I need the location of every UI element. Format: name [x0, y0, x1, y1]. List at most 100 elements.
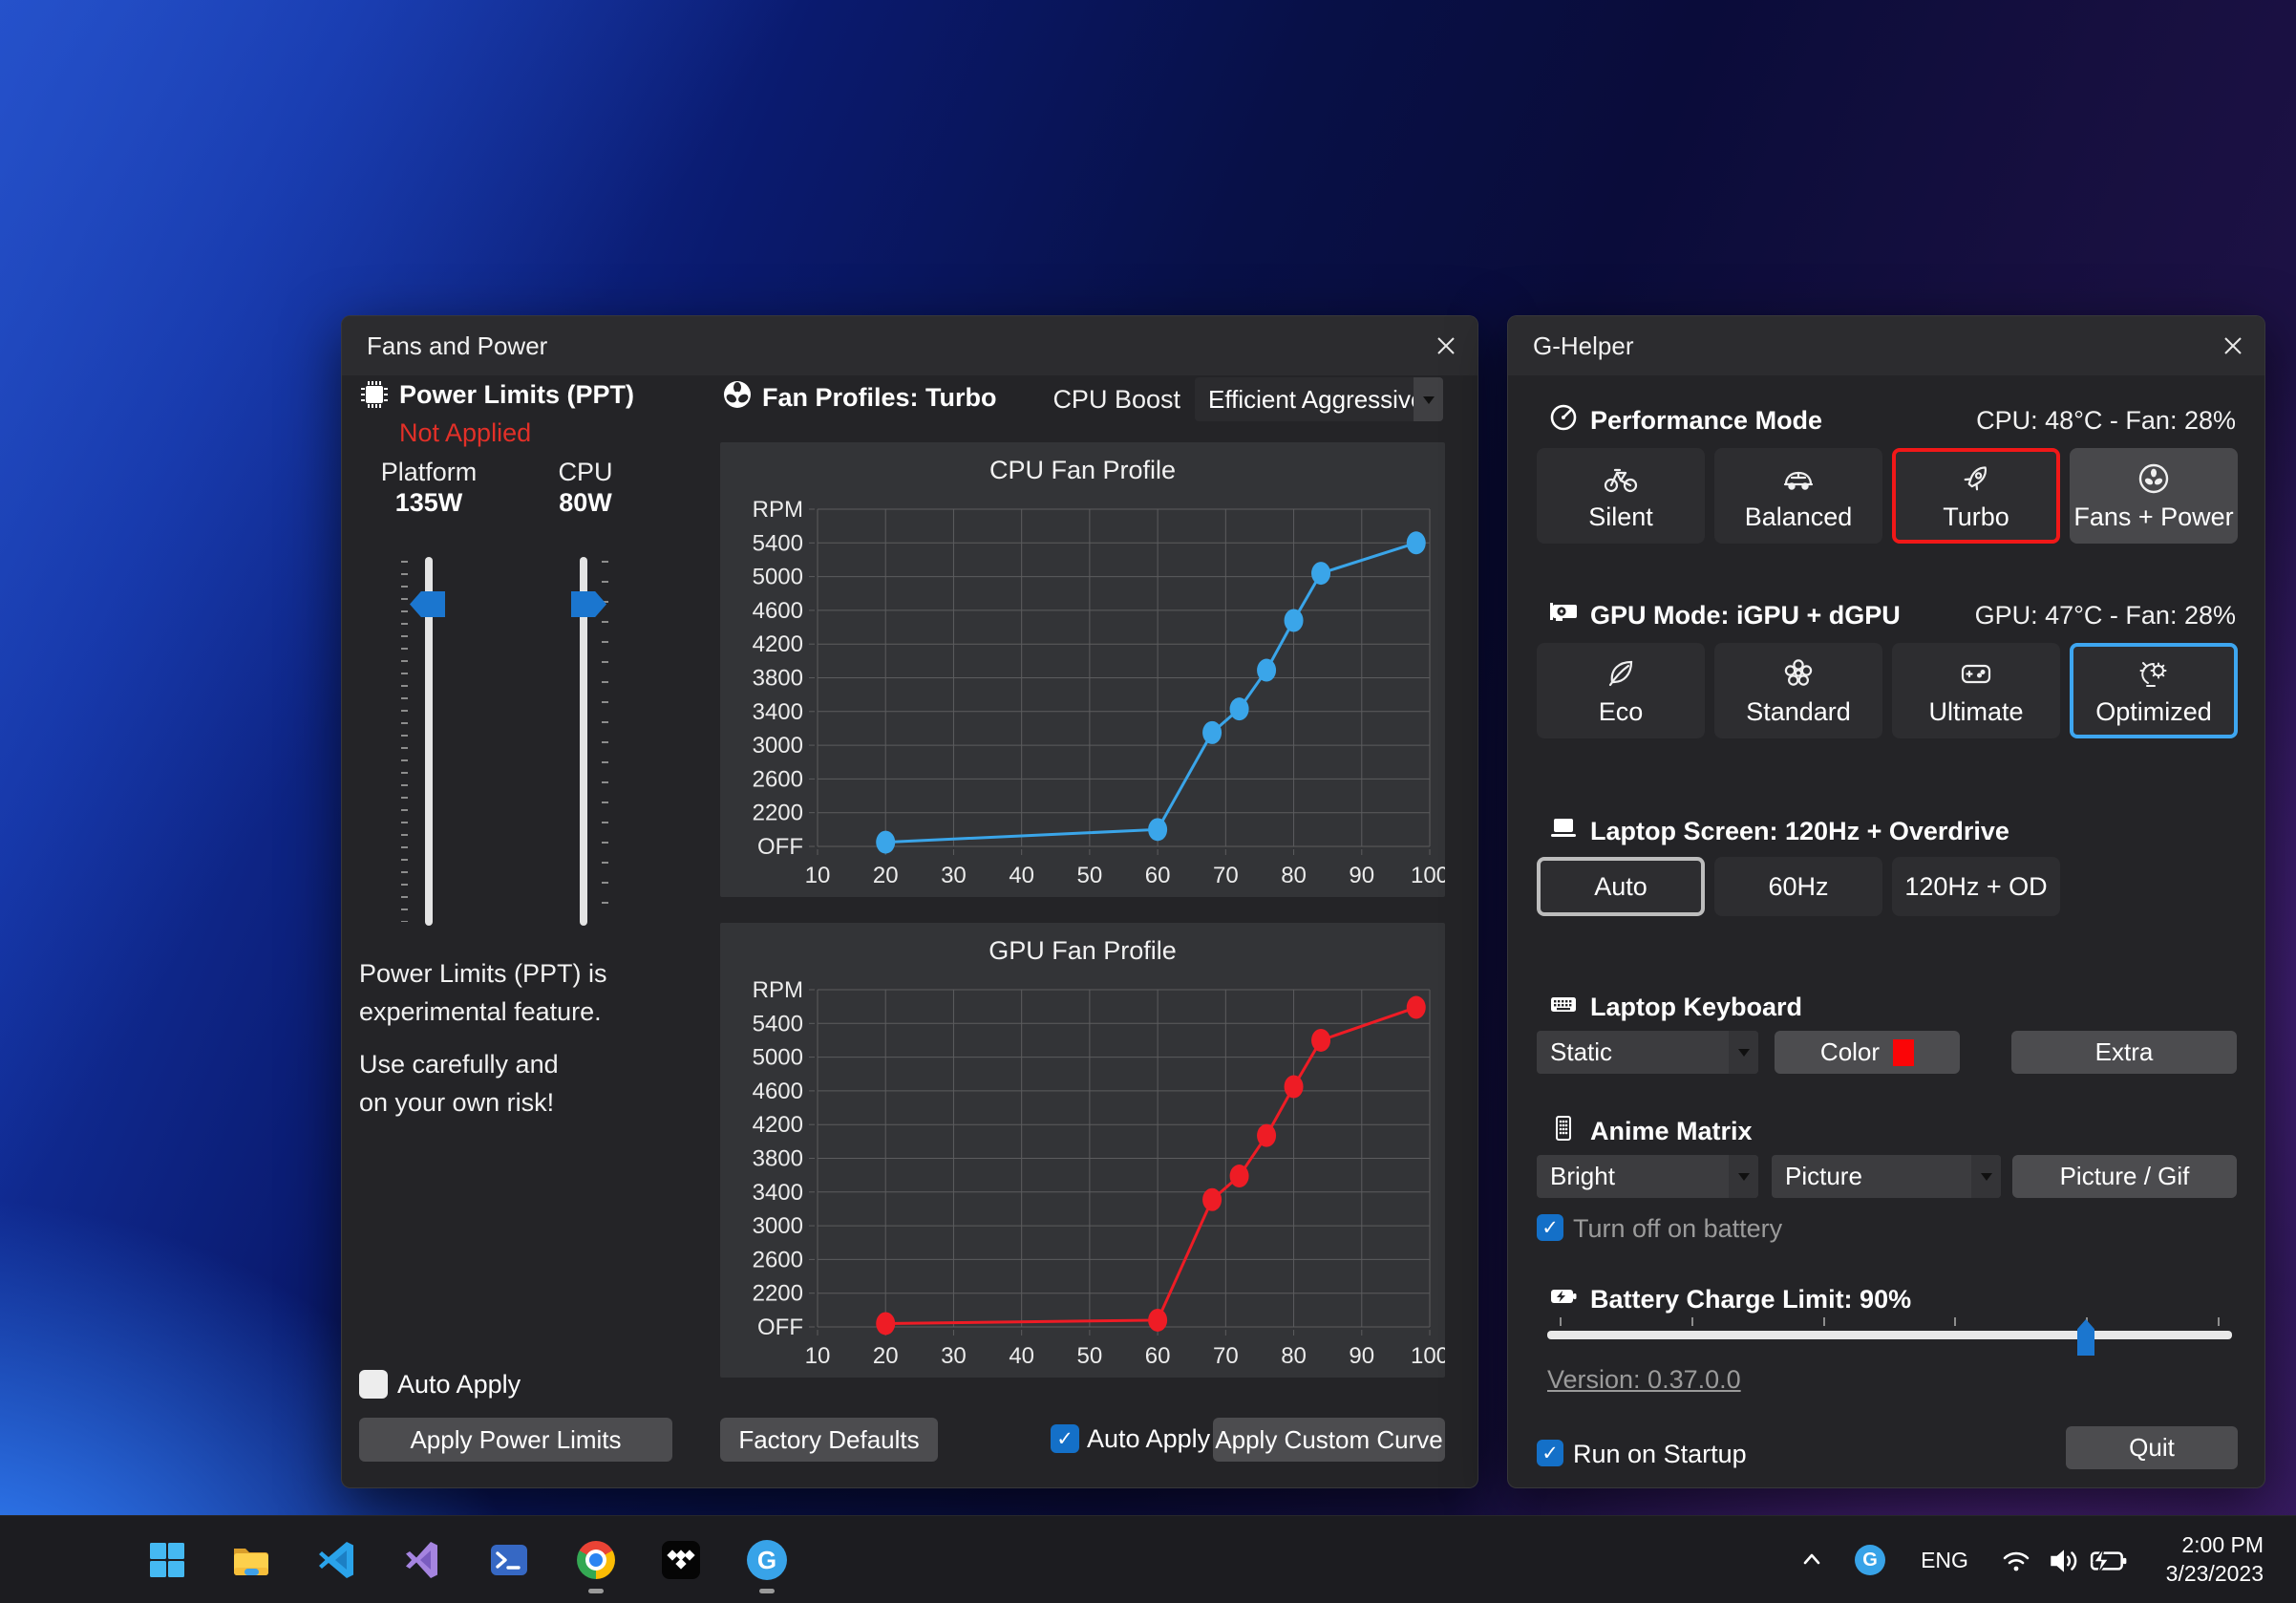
battery-charging-icon [2089, 1544, 2129, 1578]
screen-button-60hz[interactable]: 60Hz [1714, 857, 1882, 916]
keyboard-mode-dropdown[interactable]: Static [1537, 1031, 1758, 1074]
svg-text:GPU Fan Profile: GPU Fan Profile [989, 936, 1177, 965]
taskbar: G G ENG [0, 1515, 2296, 1603]
platform-label: Platform [357, 458, 500, 487]
gpu-mode-heading: GPU Mode: iGPU + dGPU [1590, 601, 1901, 631]
svg-text:20: 20 [873, 1343, 899, 1369]
wifi-icon [2000, 1545, 2032, 1577]
power-auto-apply-checkbox[interactable] [359, 1370, 388, 1399]
screen-button-auto[interactable]: Auto [1537, 857, 1705, 916]
version-link[interactable]: Version: 0.37.0.0 [1547, 1365, 1741, 1395]
gamepad-icon [1958, 655, 1994, 692]
svg-text:5400: 5400 [753, 1011, 803, 1037]
apply-power-limits-button[interactable]: Apply Power Limits [359, 1418, 672, 1462]
mode-tile-balanced[interactable]: Balanced [1714, 448, 1882, 544]
windows-logo-icon [146, 1539, 188, 1581]
mode-tile-turbo[interactable]: Turbo [1892, 448, 2060, 544]
tray-expand-button[interactable] [1796, 1543, 1828, 1575]
wifi-tray-button[interactable] [1998, 1543, 2034, 1579]
cpu-fan-chart-panel[interactable]: CPU Fan ProfileRPM5400500046004200380034… [720, 442, 1445, 897]
slider-tick [1691, 1317, 1693, 1326]
gpu-fan-chart-panel[interactable]: GPU Fan ProfileRPM5400500046004200380034… [720, 923, 1445, 1378]
svg-text:2600: 2600 [753, 766, 803, 792]
fans-window-titlebar[interactable]: Fans and Power [342, 316, 1478, 375]
chrome-button[interactable] [575, 1539, 617, 1581]
battery-slider-track[interactable] [1547, 1331, 2232, 1339]
tidal-button[interactable] [660, 1539, 702, 1581]
svg-text:2200: 2200 [753, 801, 803, 826]
chrome-icon [577, 1541, 615, 1579]
volume-tray-button[interactable] [2044, 1543, 2084, 1579]
terminal-button[interactable] [488, 1539, 530, 1581]
matrix-brightness-dropdown-arrow[interactable] [1729, 1155, 1758, 1198]
gpu-tile-ultimate[interactable]: Ultimate [1892, 643, 2060, 738]
gpu-fan-profile-chart[interactable]: GPU Fan ProfileRPM5400500046004200380034… [720, 923, 1445, 1378]
gpu-tile-standard[interactable]: Standard [1714, 643, 1882, 738]
gpu-tile-eco[interactable]: Eco [1537, 643, 1705, 738]
keyboard-mode-value: Static [1550, 1037, 1612, 1067]
svg-text:RPM: RPM [753, 977, 803, 1003]
battery-slider-thumb[interactable] [2077, 1319, 2094, 1356]
svg-text:10: 10 [805, 863, 831, 888]
g-helper-tray-icon[interactable]: G [1855, 1545, 1885, 1575]
svg-text:5400: 5400 [753, 530, 803, 556]
apply-custom-curve-button[interactable]: Apply Custom Curve [1213, 1418, 1445, 1462]
svg-text:100: 100 [1411, 1343, 1445, 1369]
quit-button[interactable]: Quit [2066, 1426, 2238, 1469]
keyboard-extra-button[interactable]: Extra [2011, 1031, 2237, 1074]
cpu-boost-dropdown-arrow[interactable] [1414, 377, 1443, 421]
fans-window-close-button[interactable] [1424, 325, 1468, 367]
screen-button-label: 60Hz [1768, 872, 1828, 902]
laptop-screen-icon [1548, 813, 1579, 844]
matrix-brightness-dropdown[interactable]: Bright [1537, 1155, 1758, 1198]
keyboard-mode-dropdown-arrow[interactable] [1729, 1031, 1758, 1074]
start-button[interactable] [146, 1539, 188, 1581]
picture-gif-button[interactable]: Picture / Gif [2012, 1155, 2237, 1198]
chevron-down-icon [1981, 1173, 1992, 1186]
flower-icon [1780, 655, 1817, 692]
matrix-content-dropdown[interactable]: Picture [1772, 1155, 2001, 1198]
svg-text:90: 90 [1349, 1343, 1374, 1369]
svg-text:30: 30 [941, 1343, 967, 1369]
mode-tile-fans-power[interactable]: Fans + Power [2070, 448, 2238, 544]
svg-text:60: 60 [1145, 1343, 1171, 1369]
platform-slider-thumb[interactable] [410, 591, 445, 617]
curve-auto-apply-checkbox[interactable] [1051, 1424, 1079, 1453]
vscode-icon [317, 1539, 359, 1581]
fan-icon [2136, 460, 2172, 497]
svg-text:4600: 4600 [753, 1079, 803, 1104]
fans-window-title: Fans and Power [367, 316, 547, 375]
cpu-fan-profile-chart[interactable]: CPU Fan ProfileRPM5400500046004200380034… [720, 442, 1445, 897]
matrix-content-dropdown-arrow[interactable] [1971, 1155, 2001, 1198]
car-icon [1780, 460, 1817, 497]
ghelper-close-button[interactable] [2211, 325, 2255, 367]
gpu-card-icon [1548, 597, 1579, 628]
svg-text:100: 100 [1411, 863, 1445, 888]
curve-auto-apply-label: Auto Apply [1087, 1424, 1210, 1454]
chevron-up-icon [1797, 1545, 1826, 1573]
gpu-tile-optimized[interactable]: Optimized [2070, 643, 2238, 738]
keyboard-color-button[interactable]: Color [1775, 1031, 1960, 1074]
run-on-startup-checkbox[interactable] [1537, 1440, 1563, 1466]
run-on-startup-label: Run on Startup [1573, 1440, 1747, 1469]
power-auto-apply-label: Auto Apply [397, 1370, 521, 1400]
matrix-content-value: Picture [1785, 1162, 1862, 1191]
g-helper-window: G-Helper Performance Mode CPU: 48°C - Fa… [1507, 315, 2265, 1488]
factory-defaults-button[interactable]: Factory Defaults [720, 1418, 938, 1462]
turn-off-on-battery-checkbox[interactable] [1537, 1214, 1563, 1241]
svg-text:10: 10 [805, 1343, 831, 1369]
g-helper-button[interactable]: G [746, 1539, 788, 1581]
g-helper-running-indicator [759, 1589, 775, 1593]
tile-label: Standard [1746, 697, 1851, 727]
clock[interactable]: 2:00 PM 3/23/2023 [2166, 1530, 2264, 1588]
battery-tray-button[interactable] [2088, 1543, 2130, 1579]
language-indicator[interactable]: ENG [1918, 1548, 1971, 1573]
screen-button-120hz-od[interactable]: 120Hz + OD [1892, 857, 2060, 916]
g-helper-icon: G [747, 1540, 787, 1580]
file-explorer-button[interactable] [230, 1539, 272, 1581]
ghelper-titlebar[interactable]: G-Helper [1508, 316, 2264, 375]
cpu-boost-dropdown[interactable]: Efficient Aggressive [1195, 377, 1443, 421]
vscode-button[interactable] [317, 1539, 359, 1581]
visual-studio-button[interactable] [402, 1539, 444, 1581]
mode-tile-silent[interactable]: Silent [1537, 448, 1705, 544]
